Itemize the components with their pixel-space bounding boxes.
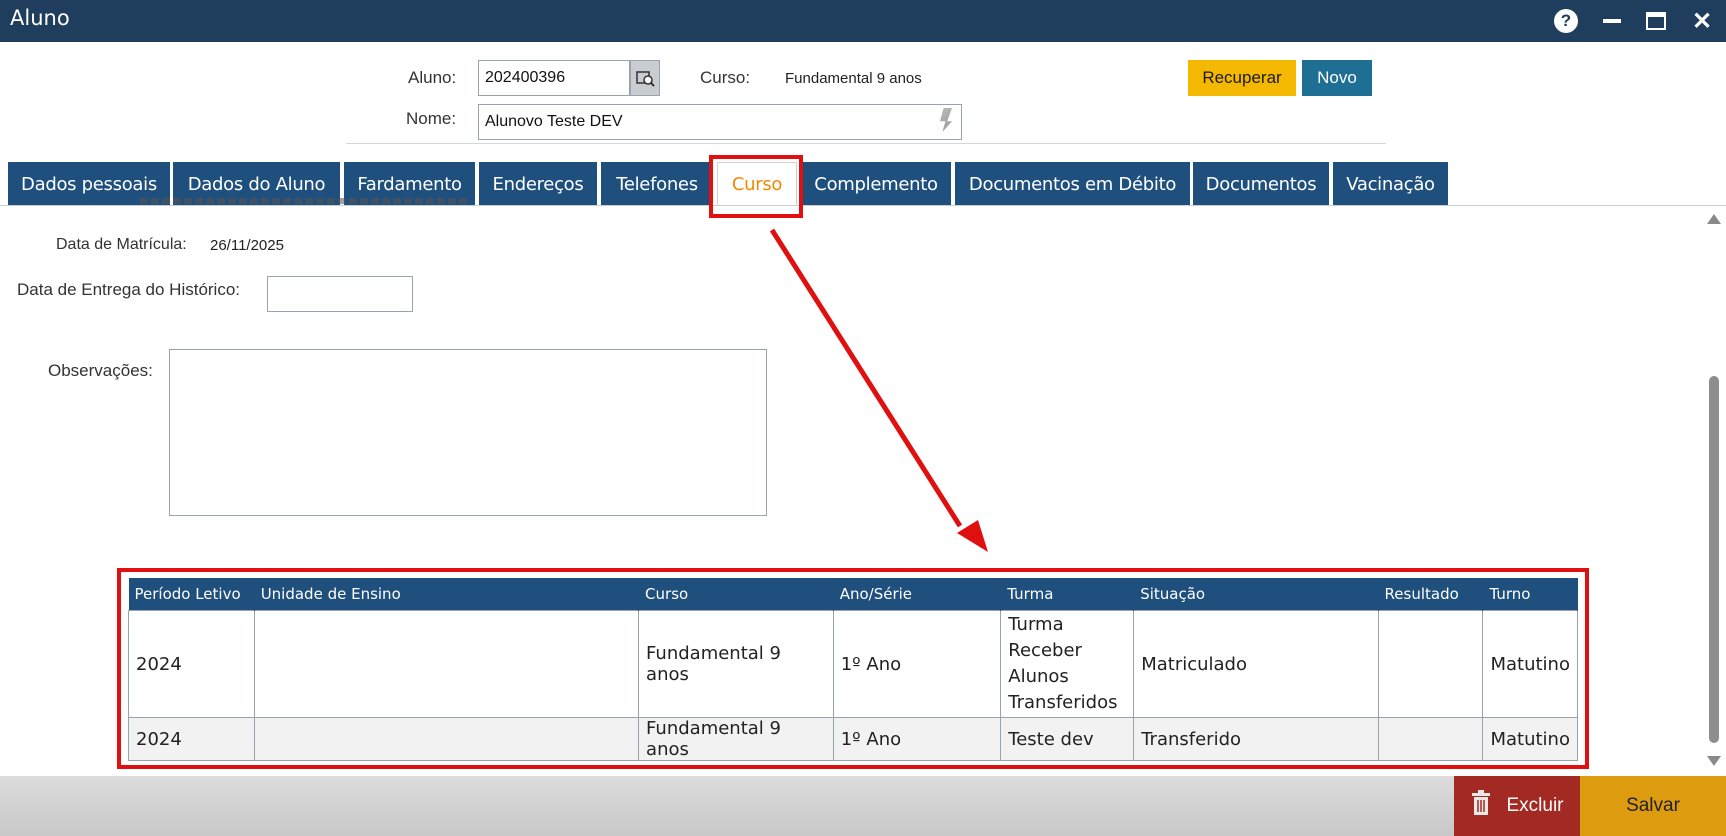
col-header-situacao[interactable]: Situação <box>1133 578 1379 611</box>
col-header-ano-serie[interactable]: Ano/Série <box>833 578 1002 611</box>
cell-situacao: Matriculado <box>1133 610 1379 718</box>
table-row[interactable]: 2024 Fundamental 9 anos 1º Ano Teste dev… <box>128 717 1578 761</box>
col-header-turma[interactable]: Turma <box>1000 578 1135 611</box>
table-header-row: Período Letivo Unidade de Ensino Curso A… <box>128 578 1578 611</box>
cell-turma: Turma Receber Alunos Transferidos <box>1000 610 1135 718</box>
cell-ano-serie: 1º Ano <box>832 610 1002 718</box>
col-header-turno[interactable]: Turno <box>1482 578 1578 611</box>
cell-periodo: 2024 <box>128 610 255 718</box>
trash-icon <box>1470 790 1492 822</box>
col-header-resultado[interactable]: Resultado <box>1378 578 1484 611</box>
table-row[interactable]: 2024 Fundamental 9 anos 1º Ano Turma Rec… <box>128 610 1578 718</box>
cell-curso: Fundamental 9 anos <box>638 610 834 718</box>
salvar-button[interactable]: Salvar <box>1580 776 1726 836</box>
cell-unidade <box>253 717 640 761</box>
cell-turno: Matutino <box>1482 717 1578 761</box>
cell-resultado <box>1377 610 1484 718</box>
cell-unidade <box>253 610 640 718</box>
cell-situacao: Transferido <box>1133 717 1379 761</box>
course-history-table: Período Letivo Unidade de Ensino Curso A… <box>128 578 1578 761</box>
excluir-label: Excluir <box>1506 795 1564 816</box>
col-header-periodo[interactable]: Período Letivo <box>128 578 255 611</box>
cell-periodo: 2024 <box>128 717 255 761</box>
cell-curso: Fundamental 9 anos <box>638 717 834 761</box>
col-header-curso[interactable]: Curso <box>638 578 834 611</box>
cell-ano-serie: 1º Ano <box>832 717 1002 761</box>
cell-turno: Matutino <box>1482 610 1578 718</box>
cell-resultado <box>1377 717 1484 761</box>
cell-turma: Teste dev <box>1000 717 1135 761</box>
col-header-unidade[interactable]: Unidade de Ensino <box>254 578 640 611</box>
excluir-button[interactable]: Excluir <box>1454 776 1580 836</box>
